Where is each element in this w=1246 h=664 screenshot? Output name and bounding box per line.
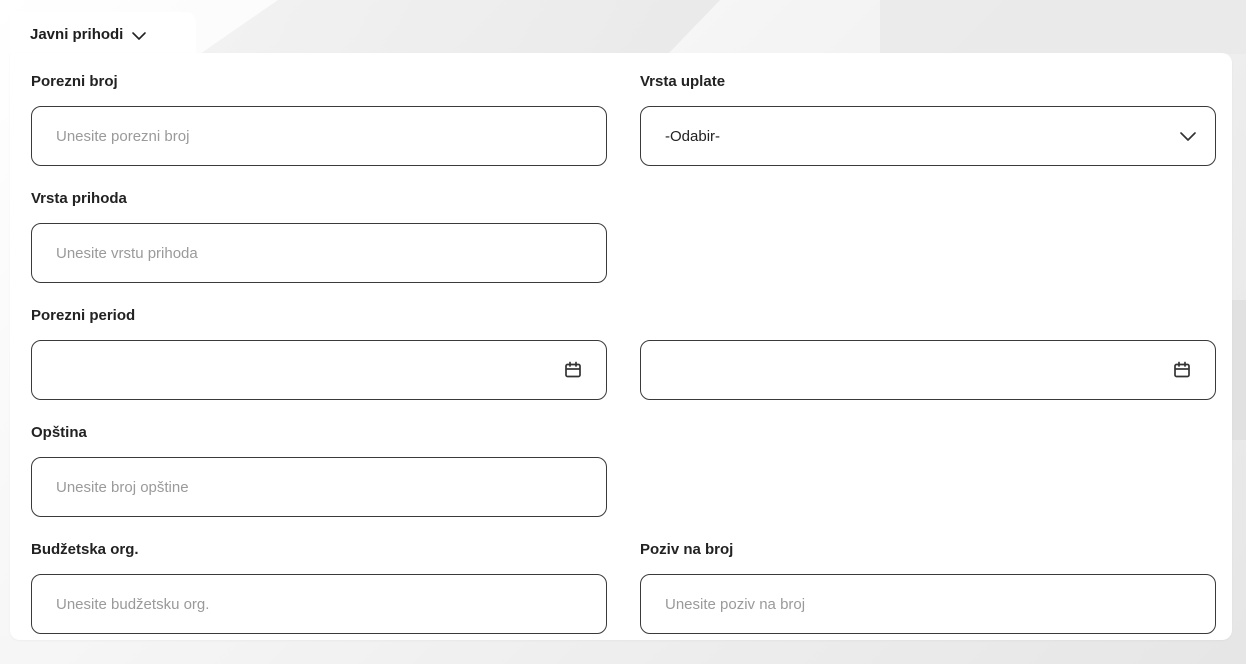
- budzetska-org-field[interactable]: [31, 574, 607, 634]
- porezni-broj-label: Porezni broj: [31, 73, 118, 90]
- porezni-period-label: Porezni period: [31, 307, 136, 324]
- porezni-period-from-field[interactable]: [31, 340, 607, 400]
- vrsta-uplate-select[interactable]: -Odabir-: [640, 106, 1216, 166]
- porezni-broj-field[interactable]: [31, 106, 607, 166]
- chevron-down-icon: [132, 32, 147, 40]
- poziv-na-broj-field[interactable]: [640, 574, 1216, 634]
- form-card: Porezni broj Vrsta uplate -Odabir- Vrsta…: [10, 53, 1232, 640]
- porezni-period-from-input[interactable]: [56, 361, 563, 379]
- vrsta-uplate-label: Vrsta uplate: [640, 73, 726, 90]
- budzetska-org-input[interactable]: [56, 595, 582, 613]
- calendar-icon[interactable]: [1172, 359, 1193, 381]
- poziv-na-broj-input[interactable]: [665, 595, 1191, 613]
- budzetska-org-label: Budžetska org.: [31, 541, 139, 558]
- porezni-broj-input[interactable]: [56, 127, 582, 145]
- calendar-icon[interactable]: [563, 359, 584, 381]
- tab-label: Javni prihodi: [30, 26, 124, 43]
- porezni-period-to-field[interactable]: [640, 340, 1216, 400]
- background-decoration: [880, 0, 1246, 54]
- vrsta-prihoda-field[interactable]: [31, 223, 607, 283]
- vrsta-prihoda-label: Vrsta prihoda: [31, 190, 127, 207]
- vrsta-uplate-selected-value: -Odabir-: [665, 127, 721, 145]
- opstina-label: Opština: [31, 424, 87, 441]
- vrsta-prihoda-input[interactable]: [56, 244, 582, 262]
- poziv-na-broj-label: Poziv na broj: [640, 541, 734, 558]
- porezni-period-to-input[interactable]: [665, 361, 1172, 379]
- opstina-field[interactable]: [31, 457, 607, 517]
- background-decoration: [200, 0, 720, 54]
- opstina-input[interactable]: [56, 478, 582, 496]
- chevron-down-icon: [1177, 125, 1199, 147]
